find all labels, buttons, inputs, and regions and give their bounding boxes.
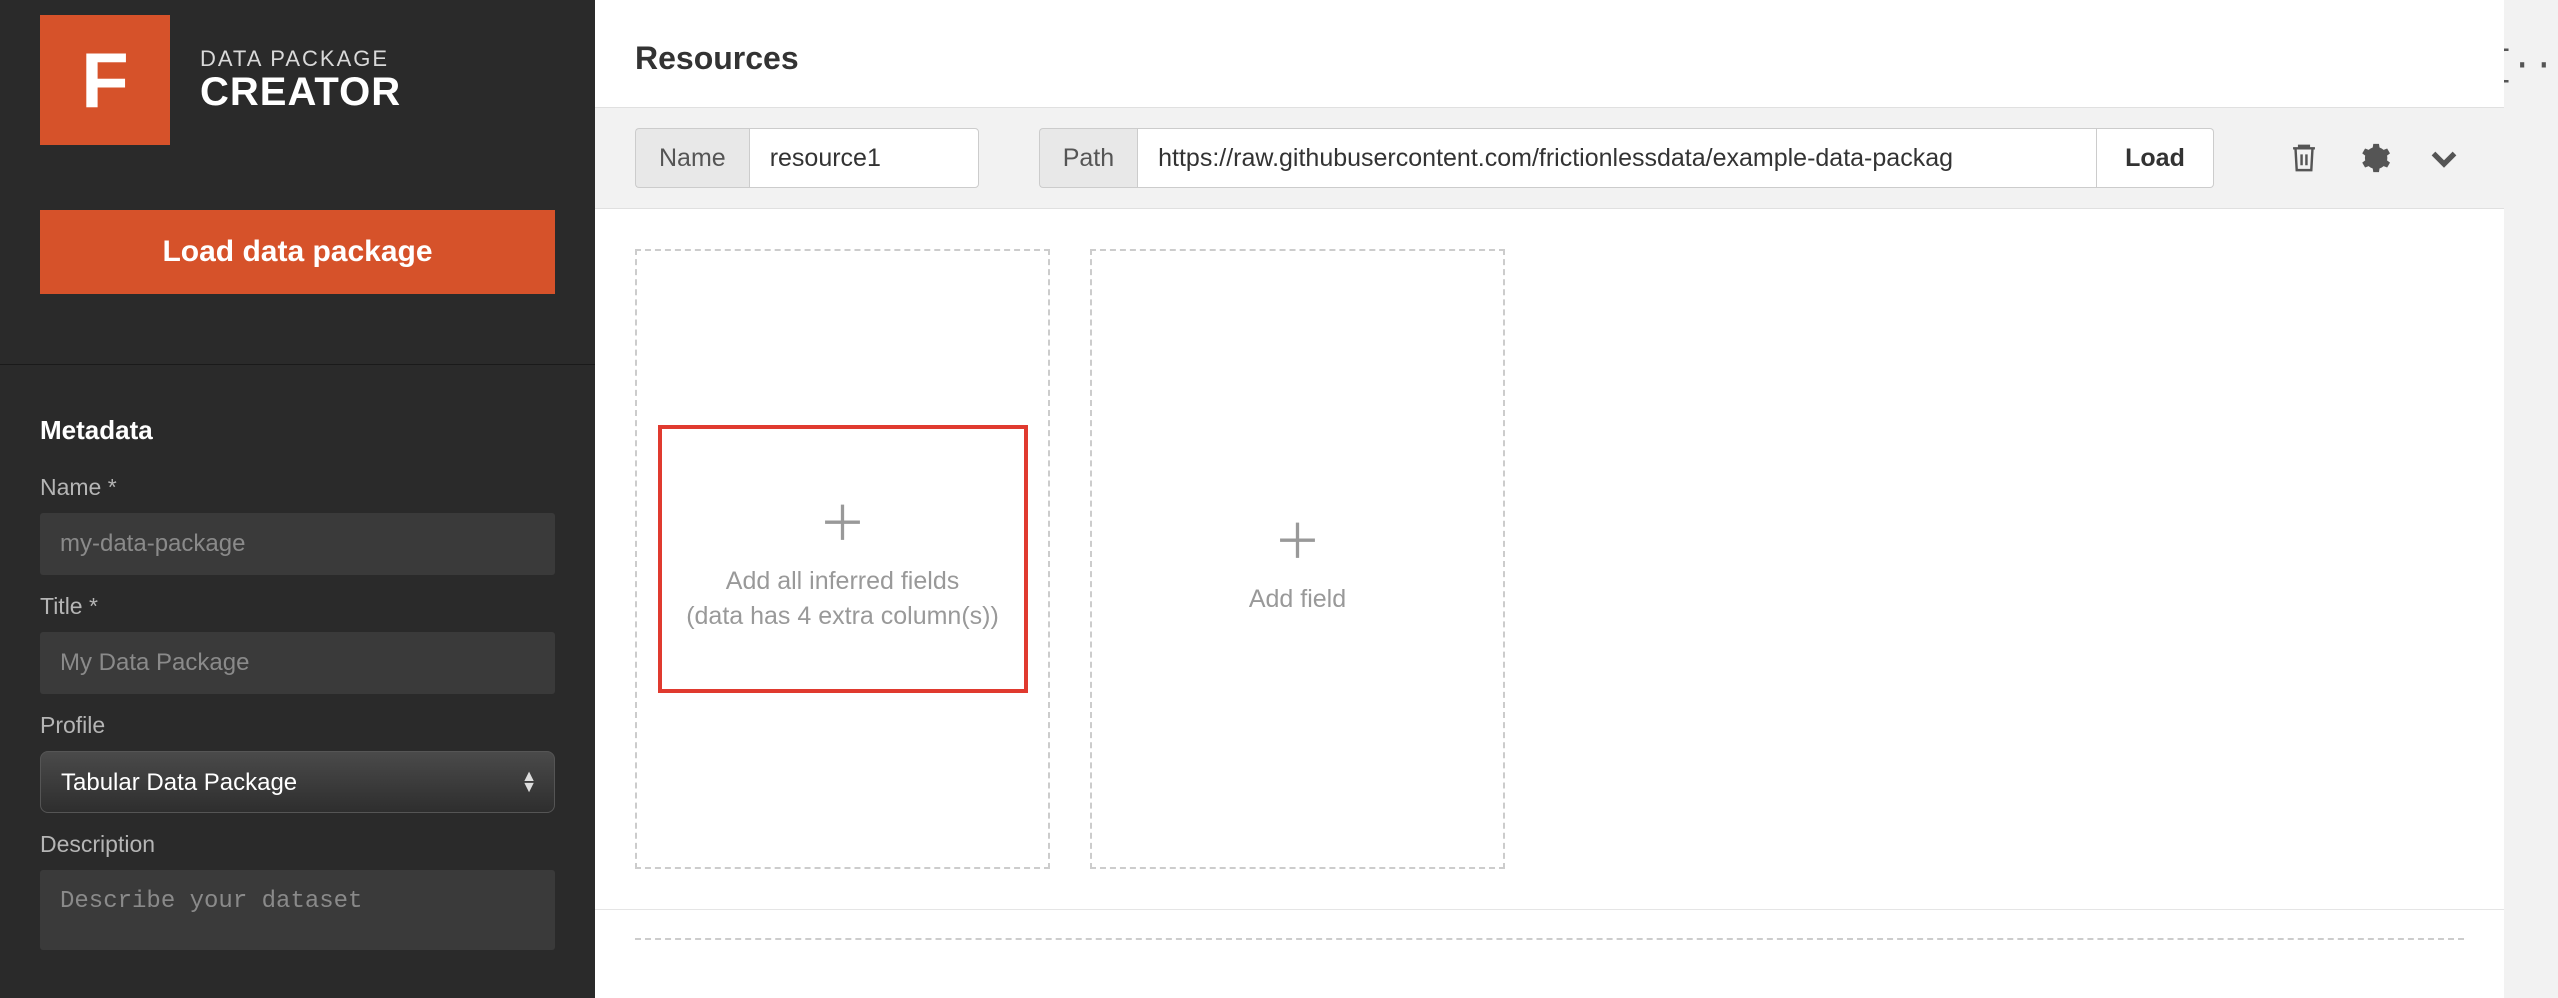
plus-icon: ＋ [1273,502,1321,572]
resource-name-label: Name [635,128,749,188]
name-label: Name * [40,474,555,501]
add-field-card[interactable]: ＋ Add field [1090,249,1505,869]
sidebar: F DATA PACKAGE CREATOR Load data package… [0,0,595,998]
inferred-line2: (data has 4 extra column(s)) [686,599,999,634]
trash-icon[interactable] [2284,138,2324,178]
resource-bar: Name Path Load [595,107,2504,209]
resource-path-input[interactable] [1137,128,2097,188]
name-group: Name [635,128,979,188]
logo-subtitle: DATA PACKAGE [200,46,401,72]
profile-label: Profile [40,712,555,739]
add-field-label: Add field [1249,582,1346,617]
inferred-line1: Add all inferred fields [726,564,959,599]
name-input[interactable] [40,513,555,575]
description-input[interactable] [40,870,555,950]
path-group: Path Load [1039,128,2214,188]
load-package-button[interactable]: Load data package [40,210,555,294]
main-header: Resources [595,0,2504,107]
resources-heading: Resources [635,40,2464,77]
section-divider [595,909,2504,910]
resource-path-label: Path [1039,128,1137,188]
metadata-heading: Metadata [40,415,555,446]
right-gutter: {···} [2504,0,2558,998]
load-resource-button[interactable]: Load [2097,128,2214,188]
plus-icon: ＋ [818,484,866,554]
gear-icon[interactable] [2354,138,2394,178]
metadata-section: Metadata Name * Title * Profile Tabular … [0,364,595,955]
logo-title: CREATOR [200,70,401,115]
inferred-highlight: ＋ Add all inferred fields (data has 4 ex… [658,425,1028,693]
profile-select[interactable]: Tabular Data Package [40,751,555,813]
resource-actions [2284,138,2464,178]
inferred-fields-card[interactable]: ＋ Add all inferred fields (data has 4 ex… [635,249,1050,869]
fields-area: ＋ Add all inferred fields (data has 4 ex… [595,209,2504,909]
logo-row: F DATA PACKAGE CREATOR [0,0,595,160]
main-panel: Resources Name Path Load [595,0,2504,998]
resource-name-input[interactable] [749,128,979,188]
chevron-down-icon[interactable] [2424,138,2464,178]
logo-text: DATA PACKAGE CREATOR [200,46,401,115]
description-label: Description [40,831,555,858]
title-label: Title * [40,593,555,620]
title-input[interactable] [40,632,555,694]
logo-icon: F [40,15,170,145]
add-resource-placeholder[interactable] [635,938,2464,968]
